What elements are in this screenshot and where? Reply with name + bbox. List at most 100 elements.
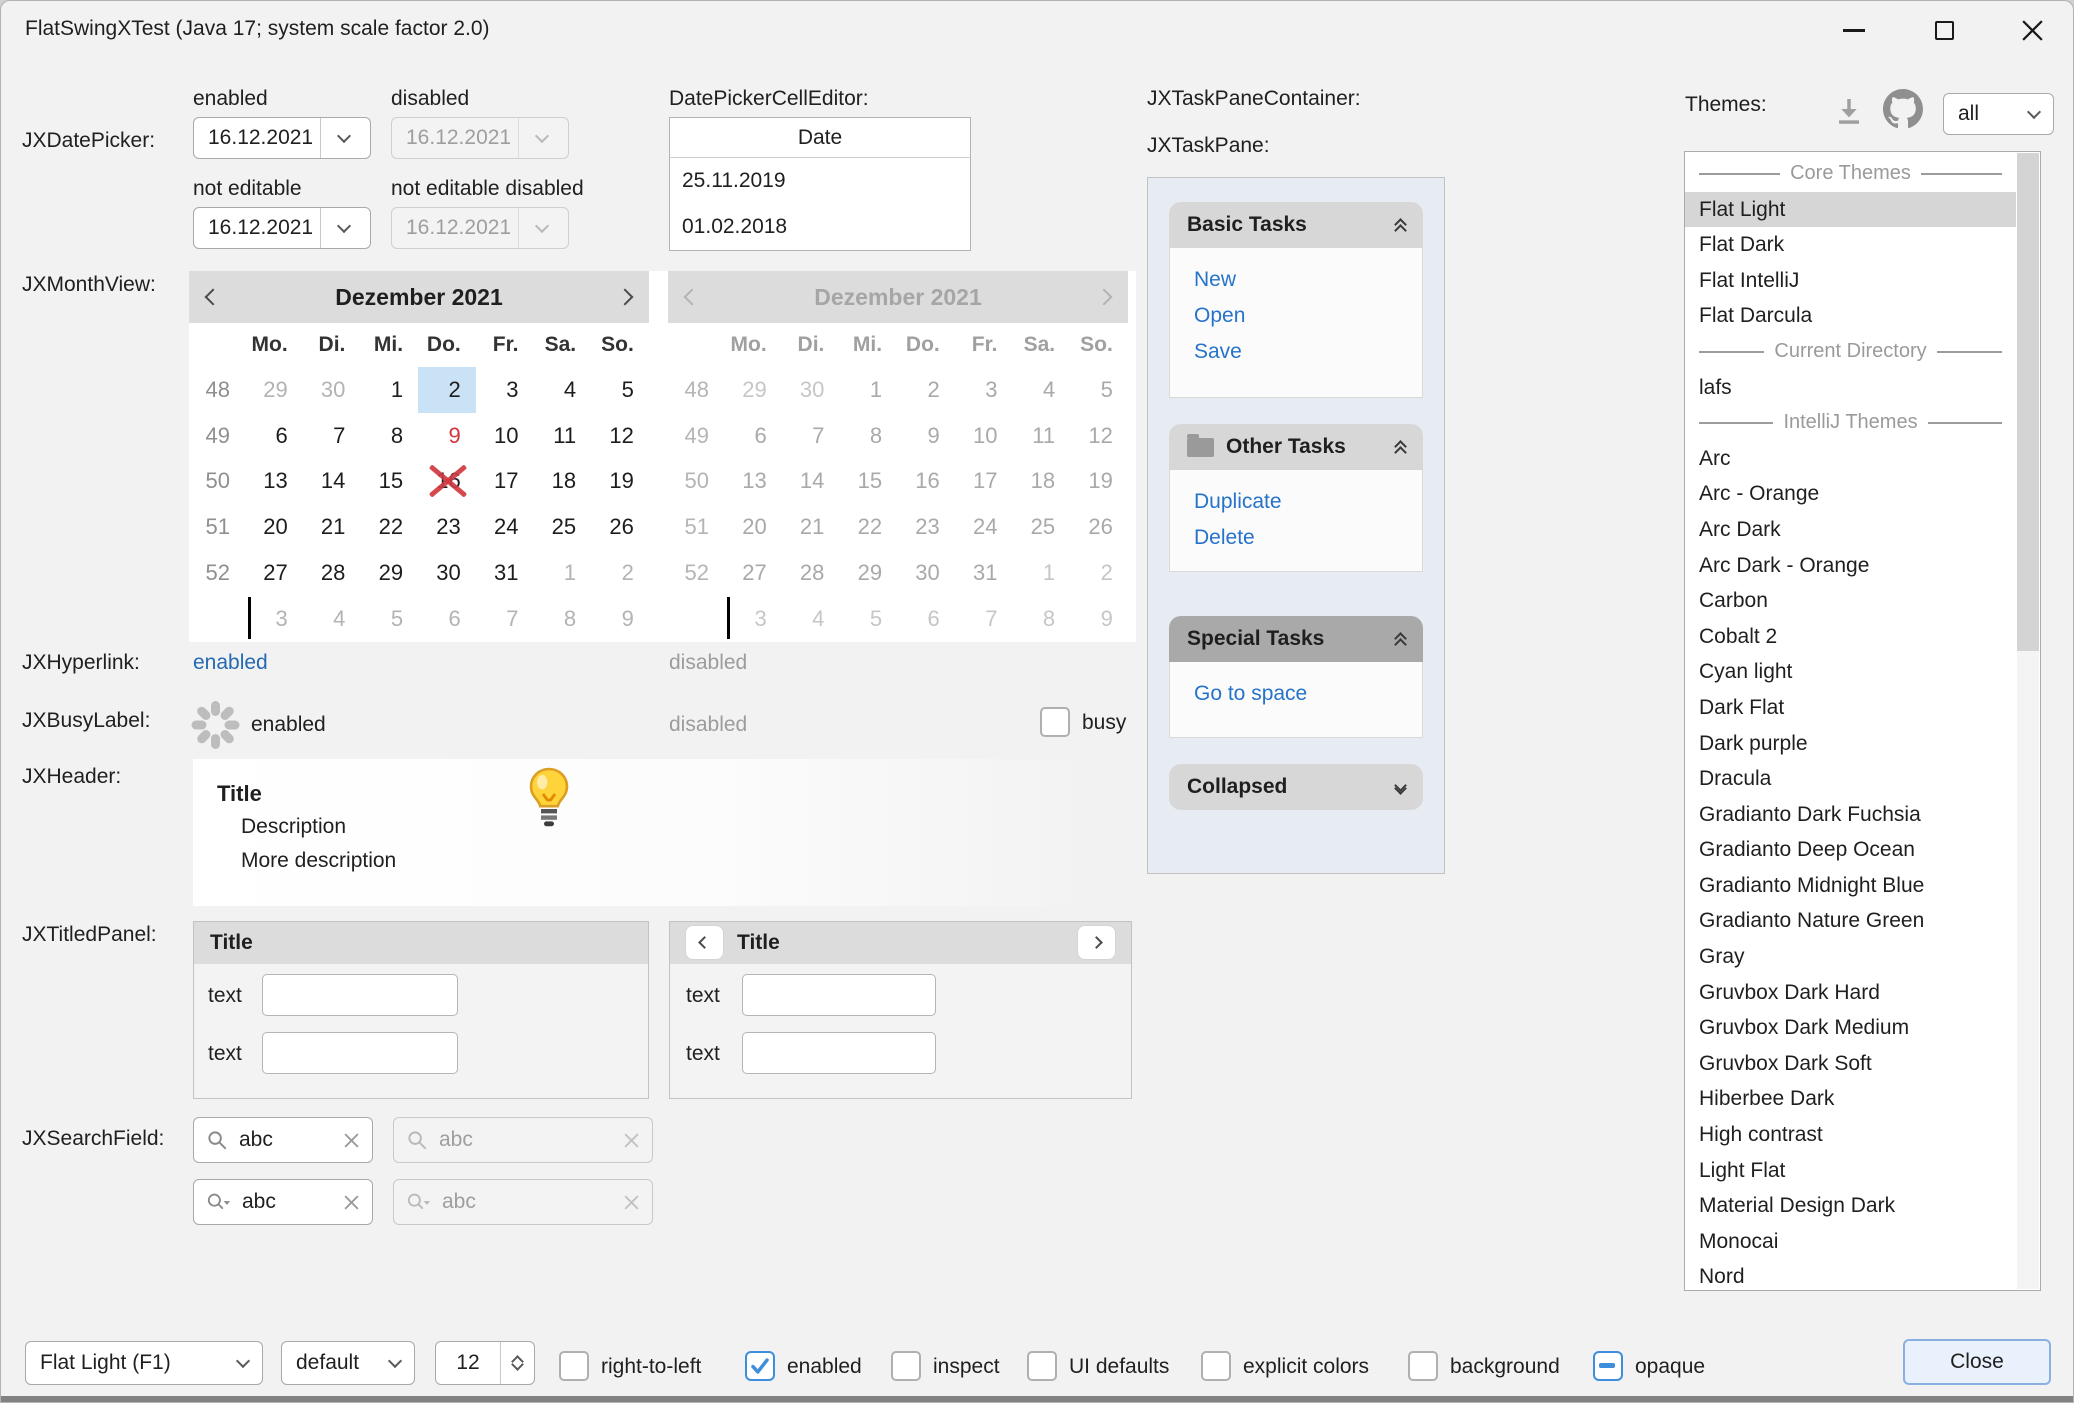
theme-list-item[interactable]: Dark purple — [1685, 726, 2016, 762]
theme-list-item[interactable]: Cyan light — [1685, 654, 2016, 690]
minimize-button[interactable] — [1821, 7, 1887, 53]
search-input[interactable] — [239, 1128, 333, 1152]
theme-list-item[interactable]: Arc Dark - Orange — [1685, 548, 2016, 584]
task-link[interactable]: Delete — [1194, 520, 1422, 556]
day-cell[interactable]: 8 — [533, 596, 591, 642]
theme-list-item[interactable]: Nord — [1685, 1259, 2016, 1291]
expand-icon[interactable] — [1396, 781, 1405, 793]
taskpane-header[interactable]: Special Tasks — [1169, 616, 1423, 662]
day-cell[interactable]: 6 — [245, 413, 303, 459]
checkbox-enabled[interactable] — [745, 1351, 775, 1381]
day-cell[interactable]: 2 — [591, 550, 649, 596]
day-cell[interactable]: 7 — [303, 413, 361, 459]
day-cell[interactable]: 1 — [533, 550, 591, 596]
theme-list-item[interactable]: Gruvbox Dark Soft — [1685, 1046, 2016, 1082]
day-cell[interactable]: 12 — [591, 413, 649, 459]
task-link[interactable]: Duplicate — [1194, 484, 1422, 520]
clear-icon[interactable] — [343, 1194, 360, 1211]
day-cell[interactable]: 14 — [303, 459, 361, 505]
checkbox-background[interactable] — [1408, 1351, 1438, 1381]
theme-list-item[interactable]: Gradianto Dark Fuchsia — [1685, 797, 2016, 833]
theme-list-item[interactable]: Arc — [1685, 441, 2016, 477]
close-window-button[interactable] — [1999, 7, 2065, 53]
theme-list-item[interactable]: Gradianto Deep Ocean — [1685, 832, 2016, 868]
datepicker-not-editable-input[interactable] — [194, 216, 320, 240]
day-cell[interactable]: 4 — [303, 596, 361, 642]
theme-list-item[interactable]: Flat Darcula — [1685, 298, 2016, 334]
theme-list-item[interactable]: Hiberbee Dark — [1685, 1081, 2016, 1117]
taskpane-header[interactable]: Collapsed — [1169, 764, 1423, 810]
table-row[interactable]: 01.02.2018 — [670, 204, 970, 250]
checkbox-explicit-colors[interactable] — [1201, 1351, 1231, 1381]
theme-filter-combo[interactable]: all — [1943, 93, 2054, 135]
datepicker-dropdown-button[interactable] — [320, 118, 366, 158]
taskpane-header[interactable]: Other Tasks — [1169, 424, 1423, 470]
checkbox-right-to-left[interactable] — [559, 1351, 589, 1381]
theme-list-item[interactable]: Arc Dark — [1685, 512, 2016, 548]
datepicker-dropdown-button[interactable] — [320, 208, 366, 248]
theme-list-item[interactable]: Material Design Dark — [1685, 1188, 2016, 1224]
day-cell[interactable]: 20 — [245, 504, 303, 550]
checkbox-inspect[interactable] — [891, 1351, 921, 1381]
day-cell[interactable]: 26 — [591, 504, 649, 550]
theme-list-item[interactable]: Cobalt 2 — [1685, 619, 2016, 655]
theme-list-item[interactable]: Gruvbox Dark Medium — [1685, 1010, 2016, 1046]
day-cell[interactable]: 18 — [533, 459, 591, 505]
text-field[interactable] — [262, 1032, 458, 1074]
day-cell[interactable]: 4 — [533, 367, 591, 413]
checkbox-busy[interactable] — [1040, 707, 1070, 737]
day-cell[interactable]: 7 — [476, 596, 534, 642]
datepicker-enabled-input[interactable] — [194, 126, 320, 150]
table-row[interactable]: 25.11.2019 — [670, 158, 970, 204]
laf-combo[interactable]: Flat Light (F1) — [25, 1341, 263, 1385]
theme-list-item[interactable]: Flat Dark — [1685, 227, 2016, 263]
theme-list-item[interactable]: Flat IntelliJ — [1685, 263, 2016, 299]
day-cell[interactable]: 5 — [360, 596, 418, 642]
github-icon[interactable] — [1883, 89, 1923, 129]
day-cell[interactable]: 29 — [245, 367, 303, 413]
collapse-icon[interactable] — [1396, 216, 1405, 235]
theme-list-item[interactable]: Monocai — [1685, 1224, 2016, 1260]
day-cell[interactable]: 3 — [476, 367, 534, 413]
task-link[interactable]: Go to space — [1194, 676, 1422, 712]
day-cell[interactable]: 28 — [303, 550, 361, 596]
theme-list-item[interactable]: High contrast — [1685, 1117, 2016, 1153]
day-cell[interactable]: 27 — [245, 550, 303, 596]
day-cell[interactable]: 13 — [245, 459, 303, 505]
close-button[interactable]: Close — [1903, 1339, 2051, 1385]
task-link[interactable]: Save — [1194, 334, 1422, 370]
theme-list-item[interactable]: lafs — [1685, 370, 2016, 406]
theme-list-scrollbar-thumb[interactable] — [2017, 153, 2039, 651]
collapse-icon[interactable] — [1396, 630, 1405, 649]
day-cell[interactable]: 17 — [476, 459, 534, 505]
day-cell[interactable]: 8 — [360, 413, 418, 459]
day-cell[interactable]: 10 — [476, 413, 534, 459]
download-icon[interactable] — [1833, 95, 1865, 127]
theme-list-item[interactable]: Arc - Orange — [1685, 476, 2016, 512]
day-cell[interactable]: 30 — [418, 550, 476, 596]
theme-list-item[interactable]: Gray — [1685, 939, 2016, 975]
next-button[interactable] — [1078, 926, 1115, 959]
day-cell[interactable]: 9 — [591, 596, 649, 642]
day-cell[interactable]: 3 — [245, 596, 303, 642]
checkbox-opaque[interactable] — [1593, 1351, 1623, 1381]
theme-list-item[interactable]: Gradianto Midnight Blue — [1685, 868, 2016, 904]
day-cell[interactable]: 30 — [303, 367, 361, 413]
prev-month-icon[interactable] — [205, 289, 222, 306]
text-field[interactable] — [262, 974, 458, 1016]
collapse-icon[interactable] — [1396, 438, 1405, 457]
day-cell[interactable]: 22 — [360, 504, 418, 550]
spinner-buttons[interactable] — [500, 1342, 534, 1384]
next-month-icon[interactable] — [617, 289, 634, 306]
theme-list-item[interactable]: Light Flat — [1685, 1153, 2016, 1189]
day-cell[interactable]: 11 — [533, 413, 591, 459]
taskpane-header[interactable]: Basic Tasks — [1169, 202, 1423, 248]
checkbox-UI-defaults[interactable] — [1027, 1351, 1057, 1381]
clear-icon[interactable] — [343, 1132, 360, 1149]
theme-list-item[interactable]: Gradianto Nature Green — [1685, 903, 2016, 939]
day-cell[interactable]: 31 — [476, 550, 534, 596]
maximize-button[interactable] — [1911, 7, 1977, 53]
prev-button[interactable] — [686, 926, 723, 959]
day-cell[interactable]: 6 — [418, 596, 476, 642]
task-link[interactable]: Open — [1194, 298, 1422, 334]
